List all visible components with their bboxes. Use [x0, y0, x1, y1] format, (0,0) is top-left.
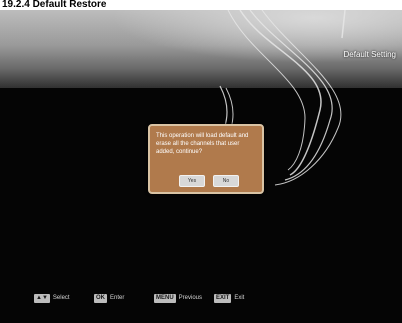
confirm-dialog: This operation will load default and era…	[148, 124, 264, 194]
dialog-message: This operation will load default and era…	[156, 133, 249, 155]
no-button[interactable]: No	[213, 175, 239, 187]
help-label-previous: Previous	[178, 295, 203, 302]
help-item-select: ▲▼ Select	[34, 290, 70, 304]
screen-title: Default Setting	[343, 50, 396, 59]
arrow-keys-icon: ▲▼	[34, 294, 50, 304]
help-label-select: Select	[52, 295, 70, 302]
help-bar: ▲▼ Select OK Enter MENU Previous EXIT Exit	[0, 290, 402, 306]
page-heading: 19.2.4 Default Restore	[0, 0, 402, 10]
help-item-ok: OK Enter	[94, 290, 125, 304]
help-item-exit: EXIT Exit	[214, 290, 245, 304]
yes-button[interactable]: Yes	[179, 175, 205, 187]
help-label-enter: Enter	[110, 295, 125, 302]
exit-key-icon: EXIT	[214, 294, 232, 304]
help-item-menu: MENU Previous	[154, 290, 203, 304]
menu-key-icon: MENU	[154, 294, 176, 304]
ok-key-icon: OK	[94, 294, 107, 304]
tv-screen: Default Setting This operation will load…	[0, 10, 402, 323]
help-label-exit: Exit	[234, 295, 245, 302]
